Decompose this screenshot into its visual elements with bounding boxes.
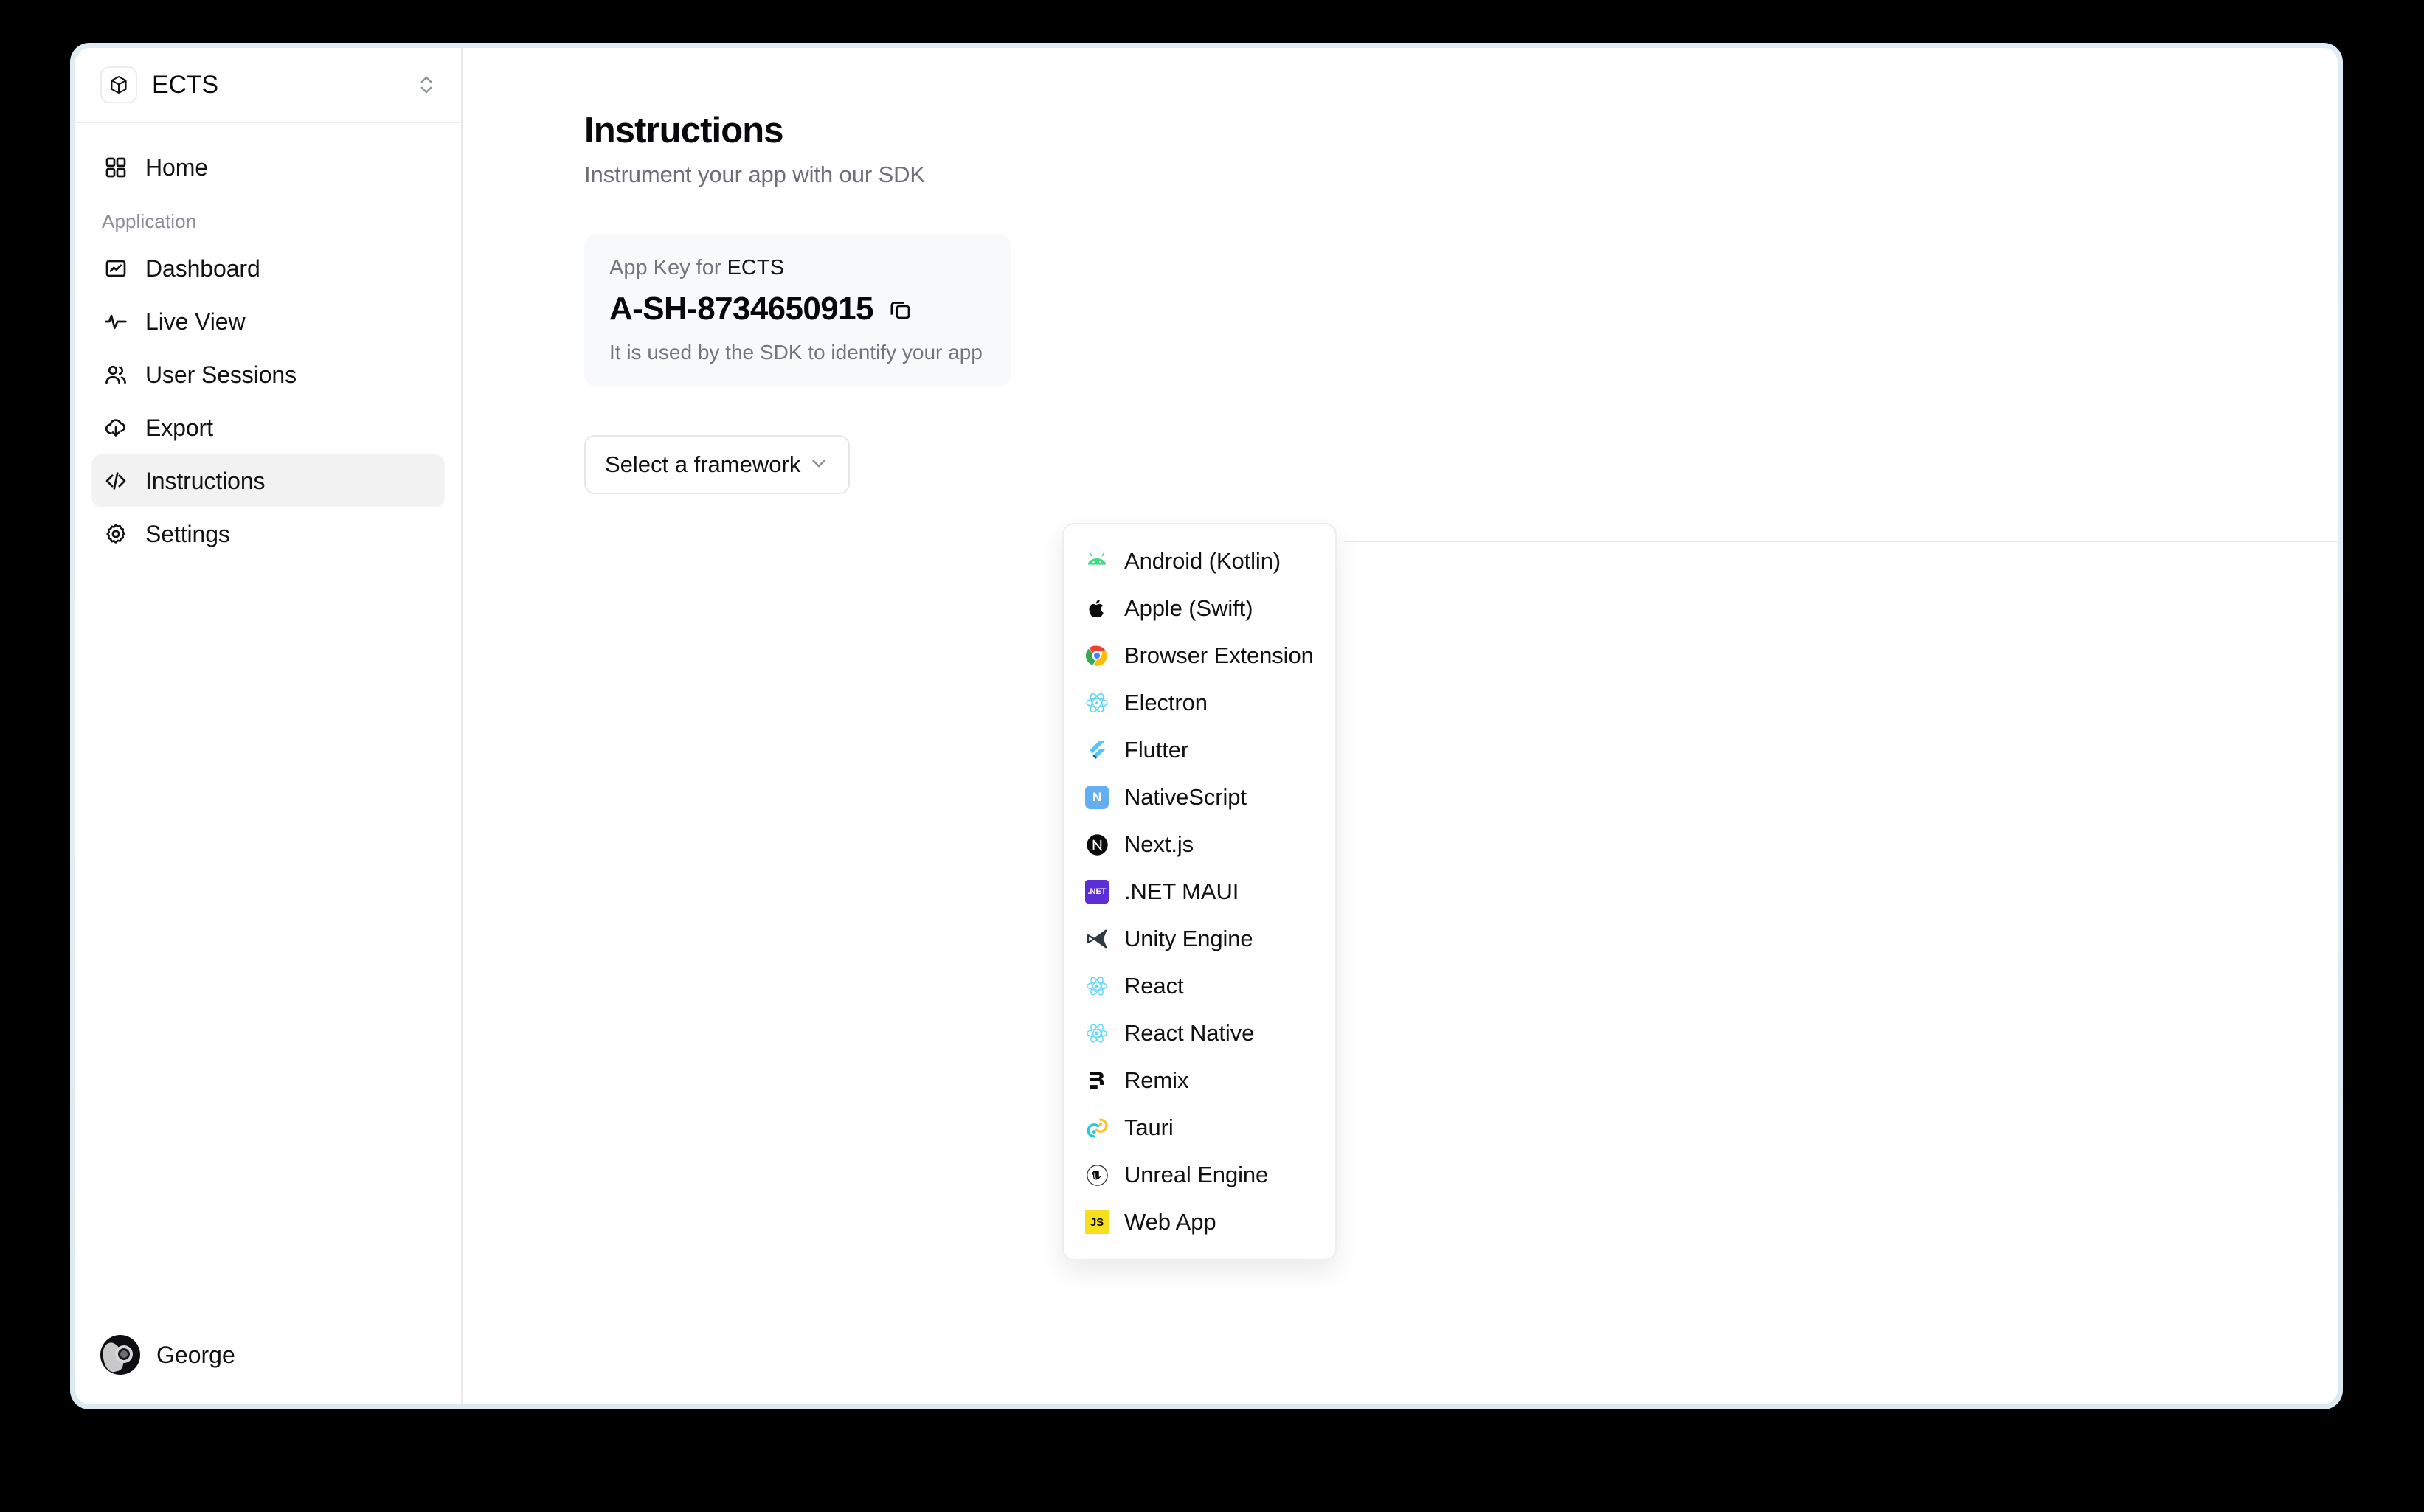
remix-icon [1084, 1068, 1109, 1093]
dropdown-option-label: Next.js [1124, 831, 1194, 857]
app-key-value: A-SH-8734650915 [609, 291, 874, 327]
user-profile[interactable]: George [75, 1335, 461, 1404]
dropdown-option-label: Remix [1124, 1067, 1189, 1093]
app-key-card: App Key for ECTS A-SH-8734650915 It is u… [584, 234, 1011, 386]
sidebar-item-label: Dashboard [145, 254, 260, 282]
sidebar-item-label: Export [145, 414, 213, 441]
dropdown-option-label: NativeScript [1124, 784, 1247, 810]
main-content: Instructions Instrument your app with ou… [463, 48, 2338, 1404]
sidebar-item-instructions[interactable]: Instructions [91, 454, 445, 507]
sidebar-item-home[interactable]: Home [91, 141, 445, 194]
dropdown-option-label: React Native [1124, 1020, 1255, 1046]
app-key-label-prefix: App Key for [609, 256, 721, 280]
sidebar-section-application: Application [102, 210, 197, 232]
chrome-icon [1084, 643, 1109, 668]
sidebar-item-settings[interactable]: Settings [91, 507, 445, 561]
app-key-value-row: A-SH-8734650915 [609, 291, 986, 327]
dropdown-option-label: Unreal Engine [1124, 1162, 1269, 1187]
dropdown-option-label: Web App [1124, 1209, 1216, 1235]
dropdown-option-tauri[interactable]: Tauri [1064, 1104, 1335, 1151]
grid-icon [102, 153, 130, 181]
dropdown-option-label: Tauri [1124, 1114, 1174, 1140]
dropdown-option-label: Android (Kotlin) [1124, 548, 1281, 574]
dropdown-option-label: Electron [1124, 690, 1208, 715]
app-key-label-app: ECTS [727, 256, 784, 280]
sidebar-item-dashboard[interactable]: Dashboard [91, 242, 445, 295]
dotnet-maui-icon: .NET [1084, 879, 1109, 904]
flutter-icon [1084, 738, 1109, 763]
page-subtitle: Instrument your app with our SDK [584, 162, 926, 187]
unreal-icon [1084, 1162, 1109, 1187]
content-divider [1344, 541, 2338, 542]
unity-icon [1084, 926, 1109, 951]
sidebar-item-export[interactable]: Export [91, 401, 445, 454]
app-key-label: App Key for ECTS [609, 256, 986, 280]
sidebar-item-live-view[interactable]: Live View [91, 295, 445, 348]
dropdown-option-react[interactable]: React [1064, 963, 1335, 1010]
gear-icon [102, 520, 130, 548]
dropdown-option-electron[interactable]: Electron [1064, 679, 1335, 726]
dropdown-option-nextjs[interactable]: Next.js [1064, 821, 1335, 868]
users-icon [102, 361, 130, 389]
chart-square-icon [102, 254, 130, 282]
sidebar-item-label: User Sessions [145, 361, 297, 388]
app-key-hint: It is used by the SDK to identify your a… [609, 341, 983, 364]
dropdown-option-react-native[interactable]: React Native [1064, 1010, 1335, 1057]
framework-dropdown-menu: Android (Kotlin) Apple (Swift) Browser E… [1062, 523, 1337, 1260]
app-frame: ECTS Home Application Dashboard Live Vie… [70, 43, 2343, 1409]
nativescript-icon: N [1084, 785, 1109, 810]
sidebar-item-label: Home [145, 153, 208, 181]
dropdown-option-label: Browser Extension [1124, 642, 1314, 668]
sidebar-item-label: Settings [145, 520, 230, 547]
page-title: Instructions [584, 111, 784, 150]
pulse-icon [102, 308, 130, 336]
copy-icon[interactable] [888, 297, 913, 322]
user-name: George [156, 1341, 235, 1368]
dropdown-option-label: Unity Engine [1124, 926, 1253, 951]
framework-select-placeholder: Select a framework [605, 451, 801, 477]
dropdown-option-unreal[interactable]: Unreal Engine [1064, 1151, 1335, 1199]
dropdown-option-label: React [1124, 973, 1184, 999]
chevron-up-down-icon [418, 72, 434, 97]
tauri-icon [1084, 1115, 1109, 1140]
electron-icon [1084, 690, 1109, 715]
dropdown-option-apple[interactable]: Apple (Swift) [1064, 585, 1335, 632]
android-icon [1084, 549, 1109, 574]
dropdown-option-nativescript[interactable]: N NativeScript [1064, 774, 1335, 821]
code-icon [102, 467, 130, 495]
sidebar-item-user-sessions[interactable]: User Sessions [91, 348, 445, 401]
react-icon [1084, 974, 1109, 999]
dropdown-option-flutter[interactable]: Flutter [1064, 726, 1335, 774]
dropdown-option-browser-extension[interactable]: Browser Extension [1064, 632, 1335, 679]
react-native-icon [1084, 1021, 1109, 1046]
cube-icon [100, 66, 137, 103]
dropdown-option-label: Apple (Swift) [1124, 595, 1253, 621]
sidebar-nav: Home Application Dashboard Live View Use… [75, 123, 461, 1335]
chevron-down-icon [808, 453, 829, 477]
apple-icon [1084, 596, 1109, 621]
framework-select-trigger[interactable]: Select a framework [584, 435, 850, 494]
app-window: ECTS Home Application Dashboard Live Vie… [75, 48, 2338, 1404]
nextjs-icon [1084, 832, 1109, 857]
dropdown-option-unity[interactable]: Unity Engine [1064, 915, 1335, 963]
sidebar-item-label: Instructions [145, 467, 266, 494]
workspace-name: ECTS [152, 70, 218, 99]
dropdown-option-web-app[interactable]: JS Web App [1064, 1199, 1335, 1246]
dropdown-option-label: .NET MAUI [1124, 878, 1239, 904]
cloud-download-icon [102, 414, 130, 442]
dropdown-option-remix[interactable]: Remix [1064, 1057, 1335, 1104]
dropdown-option-android[interactable]: Android (Kotlin) [1064, 538, 1335, 585]
dropdown-option-label: Flutter [1124, 737, 1189, 763]
sidebar-item-label: Live View [145, 308, 246, 335]
javascript-icon: JS [1084, 1210, 1109, 1235]
workspace-switcher[interactable]: ECTS [75, 48, 461, 123]
dropdown-option-dotnet-maui[interactable]: .NET .NET MAUI [1064, 868, 1335, 915]
sidebar: ECTS Home Application Dashboard Live Vie… [75, 48, 463, 1404]
avatar [100, 1335, 140, 1375]
